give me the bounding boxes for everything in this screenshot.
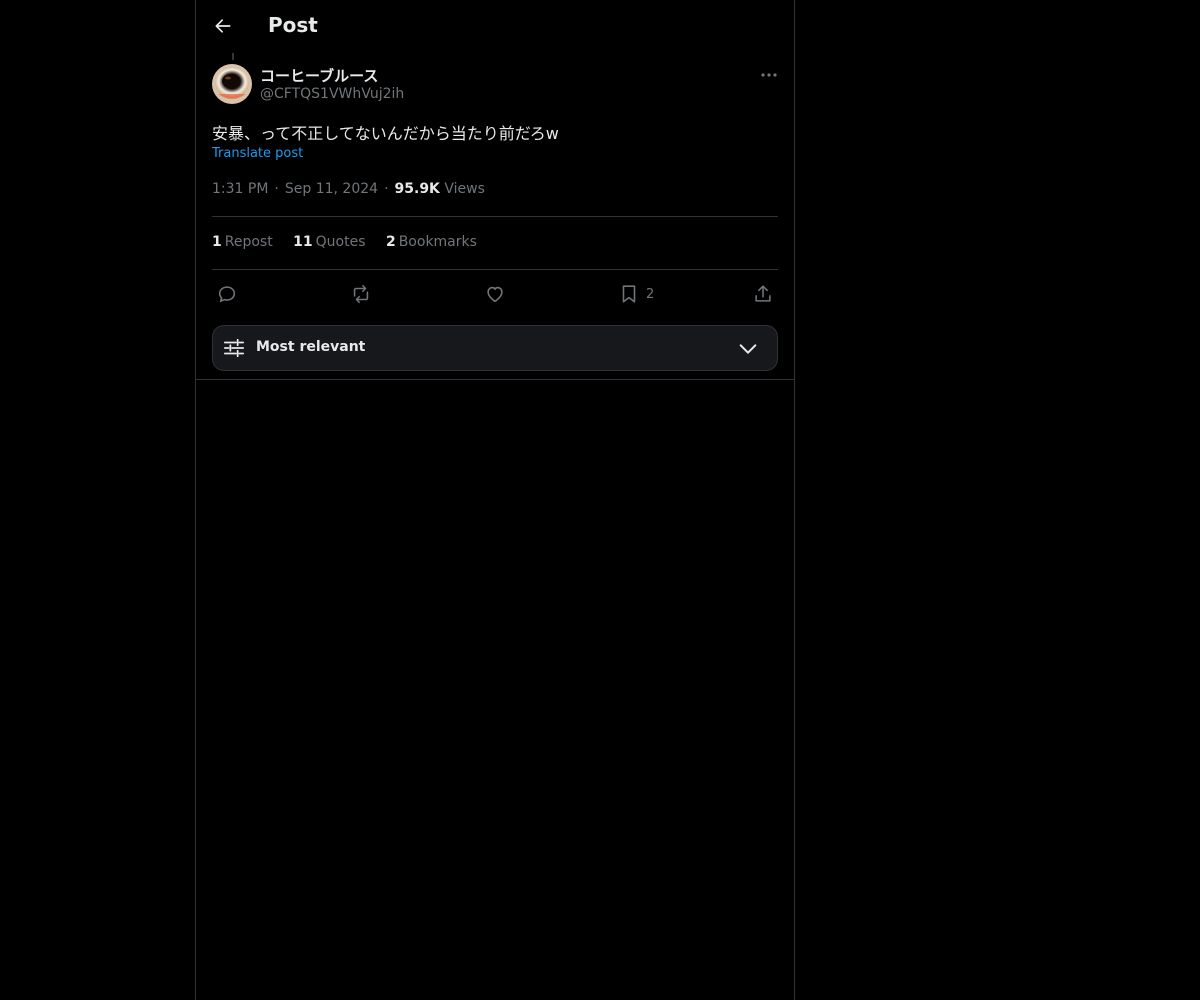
divider — [212, 269, 778, 270]
divider — [212, 216, 778, 217]
reply-button[interactable] — [216, 281, 238, 307]
bookmarks-stat[interactable]: 2 Bookmarks — [386, 234, 477, 250]
repost-button[interactable] — [350, 281, 372, 307]
reposts-count: 1 — [212, 234, 222, 250]
views-count: 95.9K — [394, 181, 440, 197]
author-display-name[interactable]: コーヒーブルース — [260, 65, 378, 86]
reply-icon — [218, 286, 236, 303]
more-options-button[interactable] — [754, 64, 784, 86]
coffee-cup-avatar — [212, 64, 252, 104]
bookmarks-label: Bookmarks — [398, 234, 477, 250]
translate-post-link[interactable]: Translate post — [212, 146, 303, 161]
post-date[interactable]: Sep 11, 2024 — [285, 181, 378, 197]
quotes-stat[interactable]: 11 Quotes — [293, 234, 365, 250]
quotes-label: Quotes — [315, 234, 366, 250]
repost-icon — [353, 284, 369, 304]
more-horizontal-icon — [761, 73, 777, 77]
meta-separator: · — [384, 181, 389, 197]
like-button[interactable] — [484, 281, 506, 307]
reposts-label: Repost — [224, 234, 273, 250]
post-meta: 1:31 PM · Sep 11, 2024 · 95.9K Views — [212, 181, 485, 197]
post-time[interactable]: 1:31 PM — [212, 181, 268, 197]
share-icon — [755, 285, 771, 302]
main-column: Post コーヒーブルース @CFTQS1VWhVuj2ih 安暴、って不正して… — [195, 0, 795, 1000]
like-icon — [487, 286, 503, 303]
share-button[interactable] — [752, 281, 774, 307]
top-bar: Post — [196, 0, 794, 53]
views-label: Views — [444, 181, 485, 197]
sort-replies-dropdown[interactable]: Most relevant — [212, 325, 778, 371]
meta-separator: · — [274, 181, 279, 197]
arrow-left-icon — [215, 19, 231, 33]
page-title: Post — [268, 13, 318, 37]
post-text: 安暴、って不正してないんだから当たり前だろw — [212, 124, 559, 143]
reposts-stat[interactable]: 1 Repost — [212, 234, 273, 250]
bookmark-icon — [622, 285, 636, 303]
sort-label: Most relevant — [256, 339, 366, 355]
bookmark-count: 2 — [646, 286, 655, 302]
back-button[interactable] — [208, 11, 238, 41]
sliders-icon — [223, 338, 245, 358]
quotes-count: 11 — [293, 234, 313, 250]
bookmark-button[interactable]: 2 — [618, 281, 654, 307]
author-handle[interactable]: @CFTQS1VWhVuj2ih — [260, 86, 404, 102]
section-divider — [196, 379, 794, 380]
author-avatar[interactable] — [212, 64, 252, 104]
bookmarks-count: 2 — [385, 234, 396, 250]
chevron-down-icon — [739, 344, 757, 354]
post-stats: 1 Repost 11 Quotes 2 Bookmarks — [212, 234, 493, 250]
thread-connector — [232, 53, 234, 60]
